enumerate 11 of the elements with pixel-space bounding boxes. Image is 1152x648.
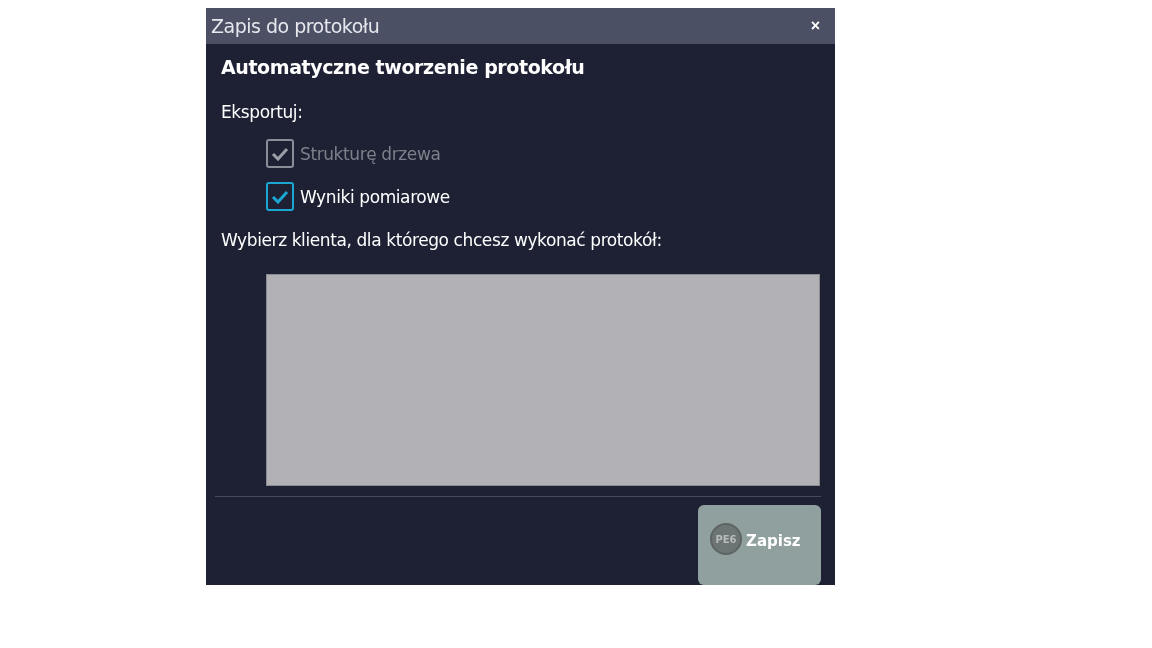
window-title: Zapis do protokołu [211, 15, 380, 38]
client-prompt: Wybierz klienta, dla którego chcesz wykonać protokół: [221, 230, 663, 251]
logo-icon: PE6 [710, 523, 742, 555]
export-label: Eksportuj: [221, 102, 304, 123]
check-icon [271, 189, 289, 204]
close-button[interactable]: × [807, 17, 823, 36]
check-icon [271, 146, 289, 161]
checkbox-label: Strukturę drzewa [300, 143, 441, 164]
checkbox[interactable] [266, 182, 294, 212]
dialog-heading: Automatyczne tworzenie protokołu [221, 56, 586, 79]
checkbox-label: Wyniki pomiarowe [300, 186, 450, 207]
